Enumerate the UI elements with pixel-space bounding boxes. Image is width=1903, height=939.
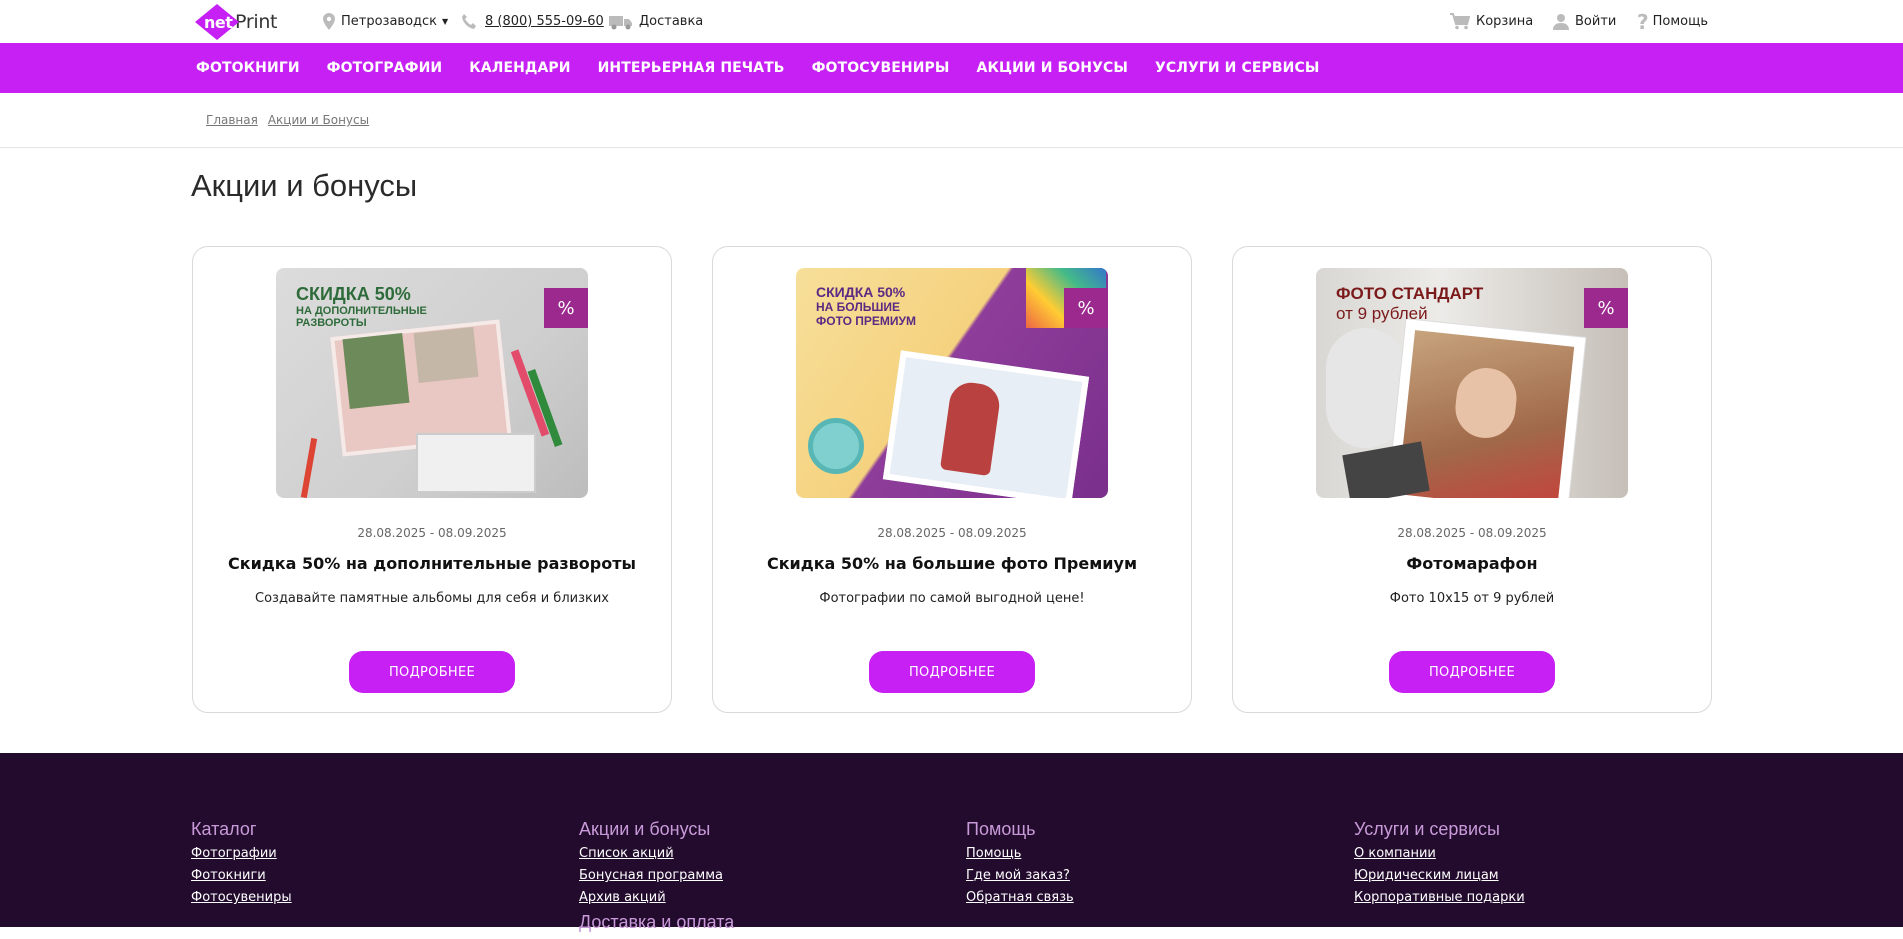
footer-link[interactable]: Корпоративные подарки — [1354, 890, 1525, 905]
login-label: Войти — [1575, 14, 1617, 29]
promo-image-line1: ФОТО СТАНДАРТ — [1336, 284, 1484, 303]
promo-description: Фото 10х15 от 9 рублей — [1389, 591, 1555, 606]
nav-item-calendars[interactable]: КАЛЕНДАРИ — [469, 60, 570, 76]
nav-item-photobooks[interactable]: ФОТОКНИГИ — [196, 60, 300, 76]
promo-dates: 28.08.2025 - 08.09.2025 — [877, 526, 1027, 540]
nav-item-services[interactable]: УСЛУГИ И СЕРВИСЫ — [1155, 60, 1319, 76]
percent-badge: % — [544, 288, 588, 328]
breadcrumb-current[interactable]: Акции и Бонусы — [268, 113, 369, 127]
footer-heading: Услуги и сервисы — [1354, 819, 1500, 839]
percent-badge: % — [1064, 288, 1108, 328]
footer-heading: Помощь — [966, 819, 1036, 839]
delivery-link[interactable]: Доставка — [609, 0, 703, 43]
logo-net-text: net — [204, 13, 233, 32]
promo-image-line3: ФОТО ПРЕМИУМ — [816, 314, 916, 328]
promo-dates: 28.08.2025 - 08.09.2025 — [1397, 526, 1547, 540]
footer-link[interactable]: Фотографии — [191, 846, 292, 861]
city-label: Петрозаводск — [341, 14, 438, 29]
delivery-label: Доставка — [639, 14, 704, 29]
promo-title: Фотомарафон — [1406, 554, 1538, 573]
nav-item-promos[interactable]: АКЦИИ И БОНУСЫ — [977, 60, 1128, 76]
promo-description: Создавайте памятные альбомы для себя и б… — [255, 591, 609, 606]
promo-image-line3: РАЗВОРОТЫ — [296, 317, 367, 329]
promo-image-line2: от 9 рублей — [1336, 304, 1428, 323]
footer-link[interactable]: Фотосувениры — [191, 890, 292, 905]
breadcrumb-home[interactable]: Главная — [206, 113, 258, 127]
promo-image-line1: СКИДКА 50% — [296, 284, 411, 304]
footer-link[interactable]: Помощь — [966, 846, 1074, 861]
footer-link[interactable]: Список акций — [579, 846, 734, 861]
phone-number: 8 (800) 555-09-60 — [485, 14, 604, 29]
footer-heading: Акции и бонусы — [579, 819, 711, 839]
cart-link[interactable]: Корзина — [1450, 0, 1533, 43]
footer-col-services: Услуги и сервисы О компании Юридическим … — [1354, 819, 1525, 912]
footer-link[interactable]: Юридическим лицам — [1354, 868, 1525, 883]
user-icon — [1553, 14, 1569, 30]
footer-heading: Каталог — [191, 819, 257, 839]
footer-link[interactable]: Где мой заказ? — [966, 868, 1074, 883]
breadcrumb: Главная Акции и Бонусы — [0, 93, 1903, 148]
question-icon: ? — [1637, 9, 1649, 34]
footer-heading: Доставка и оплата — [579, 912, 735, 932]
footer-col-help: Помощь Помощь Где мой заказ? Обратная св… — [966, 819, 1074, 912]
logo[interactable]: net Print — [195, 4, 278, 40]
promo-image[interactable]: ФОТО СТАНДАРТ от 9 рублей % — [1316, 268, 1628, 498]
logo-diamond-icon: net — [195, 4, 239, 40]
promo-image[interactable]: СКИДКА 50% НА ДОПОЛНИТЕЛЬНЫЕ РАЗВОРОТЫ % — [276, 268, 588, 498]
footer-col-catalog: Каталог Фотографии Фотокниги Фотосувенир… — [191, 819, 292, 912]
more-button[interactable]: ПОДРОБНЕЕ — [349, 651, 515, 693]
promo-card: СКИДКА 50% НА БОЛЬШИЕ ФОТО ПРЕМИУМ % 28.… — [712, 246, 1192, 713]
promo-image[interactable]: СКИДКА 50% НА БОЛЬШИЕ ФОТО ПРЕМИУМ % — [796, 268, 1108, 498]
page-title: Акции и бонусы — [191, 168, 418, 203]
promo-card: СКИДКА 50% НА ДОПОЛНИТЕЛЬНЫЕ РАЗВОРОТЫ %… — [192, 246, 672, 713]
footer-link[interactable]: О компании — [1354, 846, 1525, 861]
top-header: net Print Петрозаводск ▼ 8 (800) 555-09-… — [0, 0, 1903, 43]
login-link[interactable]: Войти — [1553, 0, 1616, 43]
help-label: Помощь — [1652, 14, 1709, 29]
city-selector[interactable]: Петрозаводск ▼ — [323, 0, 448, 43]
chevron-down-icon: ▼ — [442, 17, 449, 26]
promo-image-line2: НА БОЛЬШИЕ — [816, 300, 901, 314]
nav-item-interior-print[interactable]: ИНТЕРЬЕРНАЯ ПЕЧАТЬ — [598, 60, 785, 76]
percent-badge: % — [1584, 288, 1628, 328]
phone-icon — [462, 14, 476, 29]
promo-list: СКИДКА 50% НА ДОПОЛНИТЕЛЬНЫЕ РАЗВОРОТЫ %… — [192, 246, 1712, 713]
promo-dates: 28.08.2025 - 08.09.2025 — [357, 526, 507, 540]
more-button[interactable]: ПОДРОБНЕЕ — [869, 651, 1035, 693]
more-button[interactable]: ПОДРОБНЕЕ — [1389, 651, 1555, 693]
promo-card: ФОТО СТАНДАРТ от 9 рублей % 28.08.2025 -… — [1232, 246, 1712, 713]
promo-description: Фотографии по самой выгодной цене! — [819, 591, 1085, 606]
nav-item-photo-souvenirs[interactable]: ФОТОСУВЕНИРЫ — [812, 60, 950, 76]
footer-col-promos: Акции и бонусы Список акций Бонусная про… — [579, 819, 734, 939]
promo-image-headline: СКИДКА 50% НА ДОПОЛНИТЕЛЬНЫЕ РАЗВОРОТЫ — [296, 284, 427, 329]
cart-label: Корзина — [1476, 14, 1534, 29]
logo-print-text: Print — [235, 11, 278, 33]
footer-link[interactable]: Архив акций — [579, 890, 734, 905]
promo-title: Скидка 50% на дополнительные развороты — [228, 554, 636, 573]
cart-icon — [1450, 13, 1470, 30]
footer: Каталог Фотографии Фотокниги Фотосувенир… — [0, 753, 1903, 932]
footer-link[interactable]: Фотокниги — [191, 868, 292, 883]
phone-link[interactable]: 8 (800) 555-09-60 — [461, 0, 604, 43]
main-nav: ФОТОКНИГИ ФОТОГРАФИИ КАЛЕНДАРИ ИНТЕРЬЕРН… — [0, 43, 1903, 93]
promo-image-headline: СКИДКА 50% НА БОЛЬШИЕ ФОТО ПРЕМИУМ — [816, 284, 916, 328]
footer-link[interactable]: Бонусная программа — [579, 868, 734, 883]
location-pin-icon — [323, 13, 335, 30]
promo-image-headline: ФОТО СТАНДАРТ от 9 рублей — [1336, 284, 1483, 324]
truck-icon — [609, 15, 632, 29]
promo-image-line2: НА ДОПОЛНИТЕЛЬНЫЕ — [296, 305, 427, 317]
promo-image-line1: СКИДКА 50% — [816, 284, 906, 300]
footer-link[interactable]: Обратная связь — [966, 890, 1074, 905]
nav-item-photos[interactable]: ФОТОГРАФИИ — [327, 60, 443, 76]
promo-title: Скидка 50% на большие фото Премиум — [766, 554, 1138, 573]
help-link[interactable]: ? Помощь — [1637, 0, 1708, 43]
